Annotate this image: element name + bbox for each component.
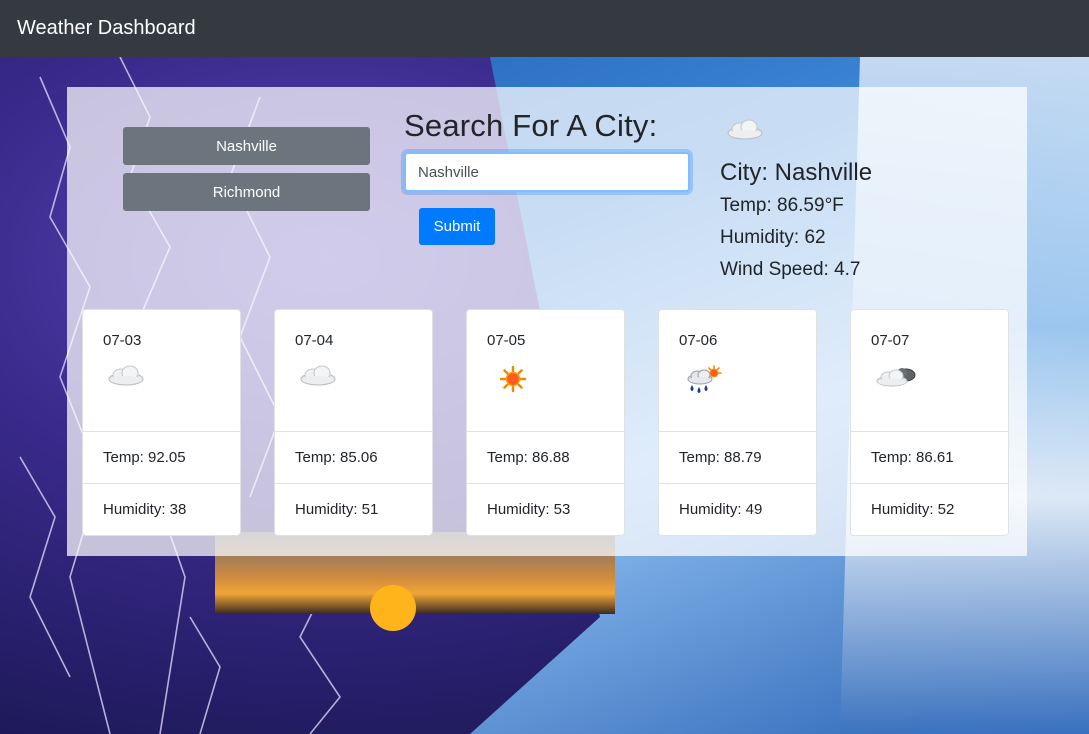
forecast-date: 07-03 <box>103 332 142 349</box>
forecast-card: 07-06 Temp: 88.79 Humidity: 49 <box>658 309 817 536</box>
current-temp: Temp: 86.59°F <box>720 195 844 216</box>
forecast-temp: Temp: 92.05 <box>83 431 240 482</box>
submit-button[interactable]: Submit <box>419 208 495 245</box>
forecast-card: 07-04 Temp: 85.06 Humidity: 51 <box>274 309 433 536</box>
forecast-temp: Temp: 85.06 <box>275 431 432 482</box>
forecast-temp: Temp: 86.88 <box>467 431 624 482</box>
forecast-date: 07-06 <box>679 332 718 349</box>
search-title: Search For A City: <box>404 108 658 143</box>
forecast-humidity: Humidity: 49 <box>659 483 816 534</box>
forecast-card: 07-03 Temp: 92.05 Humidity: 38 <box>82 309 241 536</box>
forecast-date: 07-04 <box>295 332 334 349</box>
forecast-date: 07-05 <box>487 332 526 349</box>
forecast-temp: Temp: 86.61 <box>851 431 1008 482</box>
forecast-humidity: Humidity: 38 <box>83 483 240 534</box>
sun-icon <box>491 364 529 399</box>
cloud-icon <box>726 118 764 145</box>
partly-cloudy-icon <box>875 364 919 397</box>
city-search-input[interactable] <box>404 152 690 192</box>
navbar: Weather Dashboard <box>0 0 1089 57</box>
history-button-richmond[interactable]: Richmond <box>123 173 370 211</box>
sunset-sun <box>370 585 416 631</box>
current-city: City: Nashville <box>720 159 873 186</box>
forecast-humidity: Humidity: 53 <box>467 483 624 534</box>
forecast-card: 07-07 Temp: 86.61 Humidity: 52 <box>850 309 1009 536</box>
forecast-temp: Temp: 88.79 <box>659 431 816 482</box>
cloud-icon <box>107 364 145 391</box>
cloud-icon <box>299 364 337 391</box>
current-wind-speed: Wind Speed: 4.7 <box>720 259 861 280</box>
history-button-nashville[interactable]: Nashville <box>123 127 370 165</box>
forecast-humidity: Humidity: 52 <box>851 483 1008 534</box>
forecast-date: 07-07 <box>871 332 910 349</box>
forecast-card: 07-05 Temp: 86.88 Humidity: 53 <box>466 309 625 536</box>
rain-sun-icon <box>683 364 723 403</box>
forecast-humidity: Humidity: 51 <box>275 483 432 534</box>
current-humidity: Humidity: 62 <box>720 227 826 248</box>
navbar-title[interactable]: Weather Dashboard <box>17 17 196 40</box>
